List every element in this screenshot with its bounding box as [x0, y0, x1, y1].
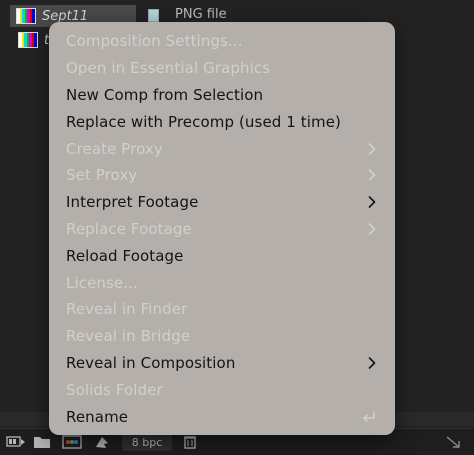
menu-item-reveal-in-bridge: Reveal in Bridge [49, 323, 395, 350]
bit-depth-button[interactable]: 8 bpc [122, 433, 172, 451]
menu-item-label: Composition Settings... [66, 32, 243, 51]
menu-item-reveal-in-composition[interactable]: Reveal in Composition [49, 350, 395, 377]
menu-item-label: Open in Essential Graphics [66, 59, 271, 78]
menu-item-label: New Comp from Selection [66, 85, 264, 104]
return-key-icon [361, 410, 377, 424]
project-item-type: PNG file [175, 7, 227, 22]
menu-item-label: Create Proxy [66, 139, 163, 158]
color-bars-footage-icon [18, 32, 38, 48]
menu-item-replace-with-precomp-used-1-time[interactable]: Replace with Precomp (used 1 time) [49, 108, 395, 135]
color-bars-footage-icon [16, 8, 36, 24]
menu-item-create-proxy: Create Proxy [49, 135, 395, 162]
menu-item-interpret-footage[interactable]: Interpret Footage [49, 189, 395, 216]
menu-item-replace-footage: Replace Footage [49, 216, 395, 243]
project-settings-icon[interactable] [93, 435, 111, 449]
chevron-right-icon [367, 195, 377, 209]
menu-item-label: Set Proxy [66, 166, 138, 185]
menu-item-label: Rename [66, 407, 129, 426]
menu-item-label: Replace Footage [66, 219, 192, 238]
menu-item-label: Solids Folder [66, 380, 163, 399]
resize-handle-icon[interactable] [444, 435, 462, 449]
menu-item-label: Reveal in Finder [66, 300, 188, 319]
file-type-icon [148, 9, 159, 22]
menu-item-rename[interactable]: Rename [49, 403, 395, 430]
menu-item-license: License... [49, 269, 395, 296]
menu-item-label: Replace with Precomp (used 1 time) [66, 112, 342, 131]
menu-item-composition-settings: Composition Settings... [49, 28, 395, 55]
menu-item-label: Reveal in Composition [66, 353, 236, 372]
interpret-footage-icon[interactable] [6, 435, 26, 449]
new-composition-icon[interactable] [62, 435, 82, 449]
chevron-right-icon [367, 222, 377, 236]
project-name-cell[interactable]: t [12, 29, 49, 51]
chevron-right-icon [367, 356, 377, 370]
context-menu: Composition Settings... Open in Essential… [49, 22, 395, 435]
menu-item-label: Interpret Footage [66, 193, 199, 212]
menu-item-solids-folder: Solids Folder [49, 376, 395, 403]
menu-item-label: License... [66, 273, 138, 292]
menu-item-set-proxy: Set Proxy [49, 162, 395, 189]
trash-icon[interactable] [181, 435, 199, 449]
menu-item-new-comp-from-selection[interactable]: New Comp from Selection [49, 82, 395, 109]
menu-item-label: Reload Footage [66, 246, 184, 265]
new-folder-icon[interactable] [33, 435, 51, 449]
chevron-right-icon [367, 168, 377, 182]
chevron-right-icon [367, 142, 377, 156]
menu-item-label: Reveal in Bridge [66, 327, 191, 346]
menu-item-reveal-in-finder: Reveal in Finder [49, 296, 395, 323]
menu-item-reload-footage[interactable]: Reload Footage [49, 242, 395, 269]
menu-item-open-in-essential-graphics: Open in Essential Graphics [49, 55, 395, 82]
